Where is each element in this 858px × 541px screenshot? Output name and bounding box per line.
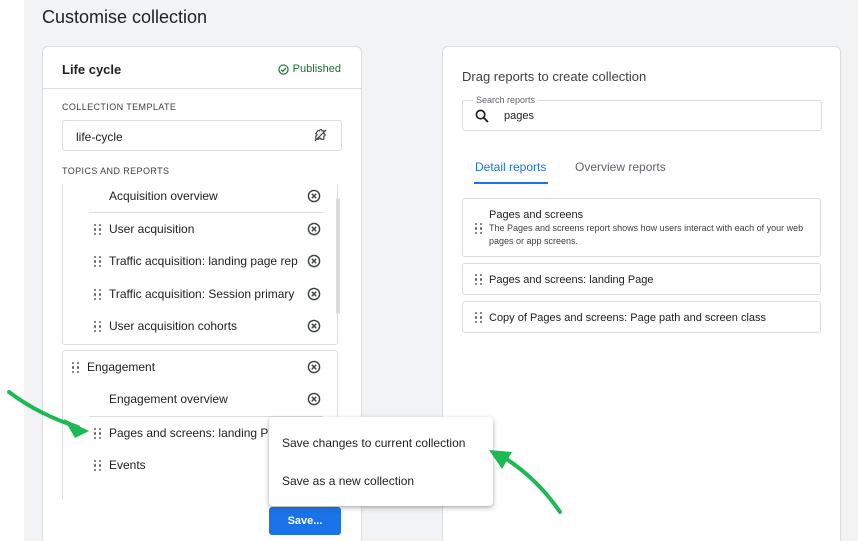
tab-overview-reports[interactable]: Overview reports [575,160,666,174]
drag-handle-icon[interactable] [94,460,102,471]
remove-circle-icon[interactable] [307,360,321,374]
report-item[interactable]: User acquisition cohorts [89,310,323,342]
drag-handle-icon[interactable] [94,428,102,439]
report-item[interactable]: Traffic acquisition: landing page rep [89,245,323,277]
report-result[interactable]: Copy of Pages and screens: Page path and… [462,301,821,333]
reports-hint: Drag reports to create collection [462,69,647,84]
drag-handle-icon[interactable] [475,312,483,323]
report-result-description: The Pages and screens report shows how u… [489,223,804,246]
template-label: COLLECTION TEMPLATE [62,102,177,112]
remove-circle-icon[interactable] [307,222,321,236]
search-icon [475,109,489,123]
report-item-label: Traffic acquisition: landing page rep [109,254,298,268]
remove-circle-icon[interactable] [307,189,321,203]
menu-item-save-current[interactable]: Save changes to current collection [282,436,465,450]
status-text: Published [292,63,341,75]
drag-handle-icon[interactable] [72,362,80,373]
report-result-title: Pages and screens: landing Page [489,274,654,286]
report-item[interactable]: User acquisition [89,213,323,245]
topics-label: TOPICS AND REPORTS [62,166,170,176]
page-title: Customise collection [42,7,208,27]
check-circle-icon [277,63,289,75]
menu-item-save-new[interactable]: Save as a new collection [282,474,414,488]
reports-card: Drag reports to create collection Search… [442,46,841,541]
collection-name: Life cycle [62,62,122,77]
template-field[interactable]: life-cycle [62,120,342,151]
drag-handle-icon[interactable] [94,224,102,235]
search-value: pages [504,110,534,122]
drag-handle-icon[interactable] [94,256,102,267]
remove-circle-icon[interactable] [307,287,321,301]
report-result-title: Pages and screens [489,209,584,221]
save-menu: Save changes to current collection Save … [269,417,493,506]
report-item-label: Engagement overview [109,392,228,406]
collection-header: Life cycle Published [43,47,361,89]
remove-circle-icon[interactable] [307,319,321,333]
tab-active-indicator [474,182,548,184]
report-item[interactable]: Acquisition overview [89,180,323,212]
topic-name: Engagement [87,360,156,374]
report-item[interactable]: Engagement overview [89,383,323,415]
tab-detail-reports[interactable]: Detail reports [475,160,546,174]
template-value: life-cycle [76,130,123,144]
report-item-label: User acquisition cohorts [109,319,238,333]
report-item-label: User acquisition [109,222,195,236]
drag-handle-icon[interactable] [475,274,483,285]
report-result-title: Copy of Pages and screens: Page path and… [489,312,767,324]
save-button[interactable]: Save... [269,507,341,535]
puzzle-icon[interactable] [313,128,328,143]
report-item[interactable]: Traffic acquisition: Session primary [89,278,323,310]
remove-circle-icon[interactable] [307,254,321,268]
search-input[interactable]: Search reports pages [462,95,822,131]
status-badge: Published [277,63,341,75]
remove-circle-icon[interactable] [307,392,321,406]
report-item-label: Traffic acquisition: Session primary [109,287,295,301]
search-label: Search reports [473,95,539,105]
drag-handle-icon[interactable] [94,289,102,300]
topic-engagement[interactable]: Engagement [71,351,323,383]
drag-handle-icon[interactable] [475,223,483,234]
report-result[interactable]: Pages and screens: landing Page [462,263,821,295]
drag-handle-icon[interactable] [94,321,102,332]
report-result[interactable]: Pages and screens The Pages and screens … [462,198,821,257]
report-item-label: Acquisition overview [109,189,218,203]
scrollbar[interactable] [336,198,340,314]
